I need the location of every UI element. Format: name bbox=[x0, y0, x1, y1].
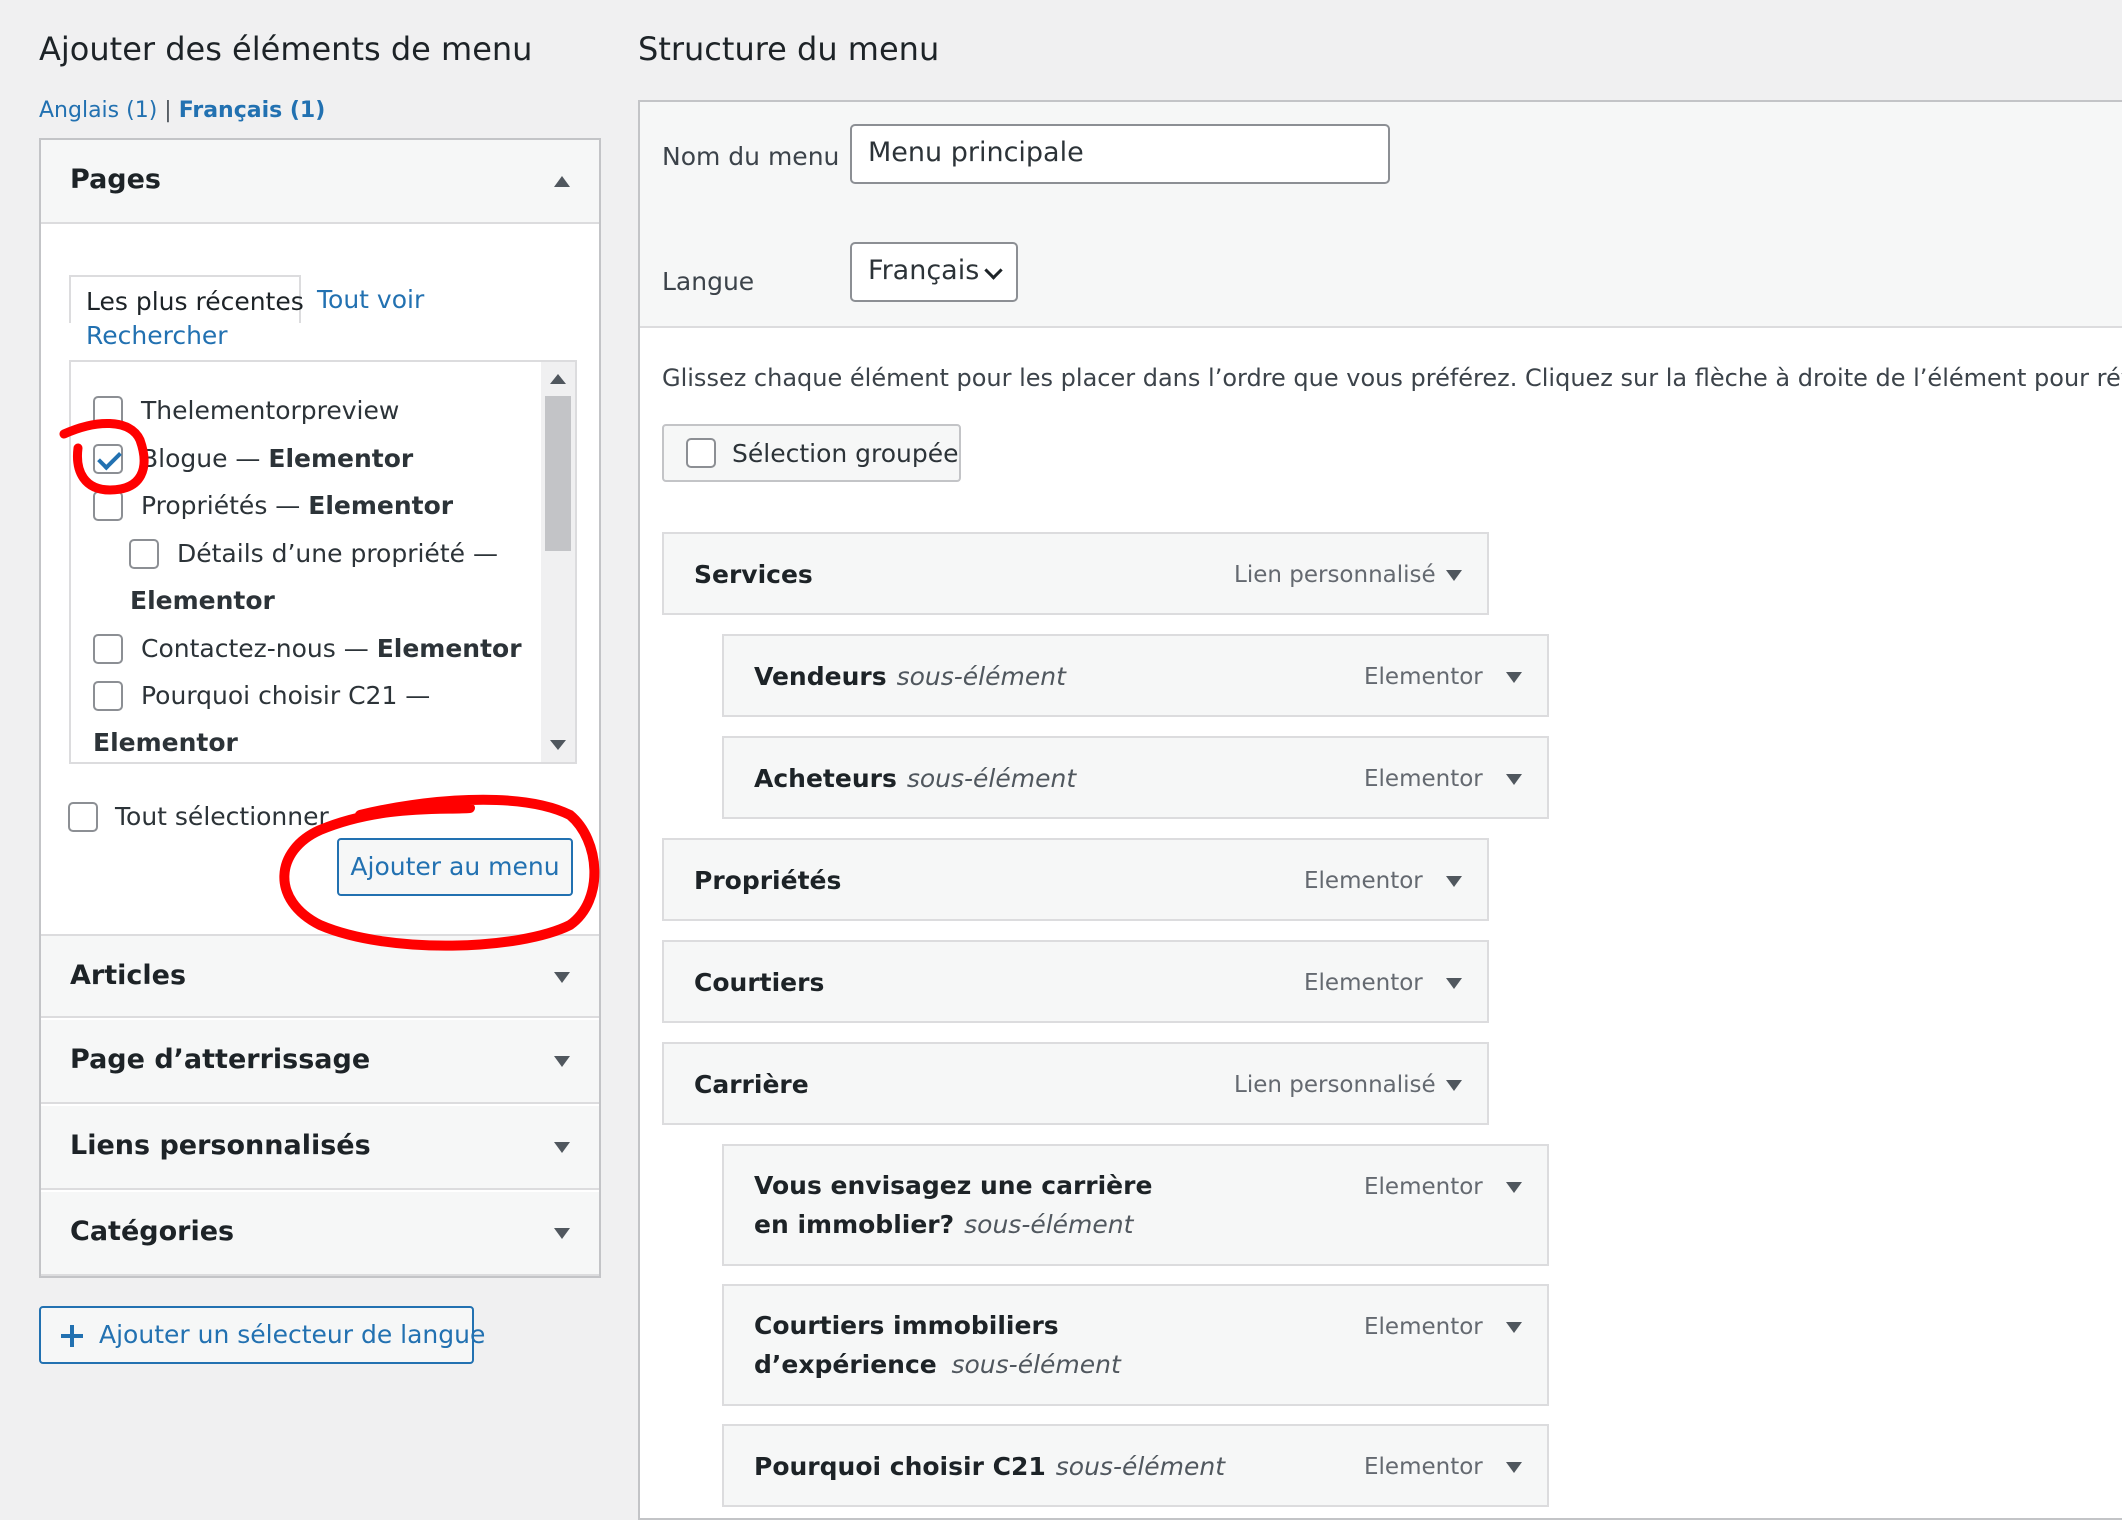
select-all-label: Tout sélectionner bbox=[115, 802, 329, 831]
lang-link-french[interactable]: Français (1) bbox=[179, 98, 326, 123]
menu-sub-item[interactable]: Vendeurs sous-élément Elementor bbox=[722, 634, 1549, 717]
expand-arrow-icon[interactable] bbox=[554, 1142, 570, 1153]
menu-item-title: Vendeurs sous-élément bbox=[754, 662, 1066, 691]
page-checkbox[interactable] bbox=[129, 539, 159, 569]
expand-arrow-icon[interactable] bbox=[1446, 570, 1462, 581]
bulk-select-label: Sélection groupée bbox=[732, 439, 959, 468]
language-select[interactable]: Français bbox=[850, 242, 1018, 302]
menu-structure-panel: Nom du menu Menu principale Langue Franç… bbox=[638, 100, 2122, 1520]
menu-item-title: Courtiers bbox=[694, 968, 825, 997]
tab-search[interactable]: Rechercher bbox=[86, 321, 228, 350]
section-title: Liens personnalisés bbox=[70, 1130, 371, 1161]
menu-item-title: Carrière bbox=[694, 1070, 809, 1099]
menu-sub-item[interactable]: Pourquoi choisir C21 sous-élément Element… bbox=[722, 1424, 1549, 1507]
bulk-select-checkbox[interactable] bbox=[686, 438, 716, 468]
menu-item-type: Elementor bbox=[1304, 868, 1423, 894]
page-item-label: Propriétés — Elementor bbox=[141, 491, 454, 520]
expand-arrow-icon[interactable] bbox=[554, 1228, 570, 1239]
section-custom-links-header[interactable]: Liens personnalisés bbox=[41, 1106, 599, 1190]
menu-item-type: Lien personnalisé bbox=[1234, 1072, 1436, 1098]
menu-structure-heading: Structure du menu bbox=[638, 30, 940, 68]
expand-arrow-icon[interactable] bbox=[1506, 1182, 1522, 1193]
bulk-select-button[interactable]: Sélection groupée bbox=[662, 424, 961, 482]
menu-sub-item[interactable]: Acheteurs sous-élément Elementor bbox=[722, 736, 1549, 819]
button-label: Ajouter un sélecteur de langue bbox=[99, 1320, 486, 1349]
section-landing-page-header[interactable]: Page d’atterrissage bbox=[41, 1020, 599, 1104]
lang-separator: | bbox=[164, 98, 172, 123]
section-title: Page d’atterrissage bbox=[70, 1044, 371, 1075]
section-title: Pages bbox=[70, 164, 161, 195]
expand-arrow-icon[interactable] bbox=[1446, 978, 1462, 989]
tab-view-all[interactable]: Tout voir bbox=[317, 285, 424, 314]
menu-item-type: Lien personnalisé bbox=[1234, 562, 1436, 588]
expand-arrow-icon[interactable] bbox=[1506, 1462, 1522, 1473]
section-articles-header[interactable]: Articles bbox=[41, 934, 599, 1018]
menu-item-title: Acheteurs sous-élément bbox=[754, 764, 1077, 793]
menu-name-label: Nom du menu bbox=[662, 142, 840, 171]
add-language-switcher-button[interactable]: Ajouter un sélecteur de langue bbox=[39, 1306, 485, 1364]
scroll-thumb[interactable] bbox=[545, 396, 571, 551]
add-to-menu-button[interactable]: Ajouter au menu bbox=[337, 838, 573, 896]
menu-item[interactable]: Propriétés Elementor bbox=[662, 838, 1489, 921]
language-filter: Anglais (1) | Français (1) bbox=[39, 98, 325, 123]
page-item-label: Pourquoi choisir C21 — bbox=[141, 681, 431, 710]
menu-item-title: Pourquoi choisir C21 sous-élément bbox=[754, 1452, 1226, 1481]
menu-item-type: Elementor bbox=[1304, 970, 1423, 996]
scrollbar[interactable] bbox=[541, 362, 575, 762]
menu-item-type: Elementor bbox=[1364, 1454, 1483, 1480]
expand-arrow-icon[interactable] bbox=[554, 1056, 570, 1067]
scroll-up-arrow-icon[interactable] bbox=[550, 374, 566, 384]
language-label: Langue bbox=[662, 267, 755, 296]
section-categories-header[interactable]: Catégories bbox=[41, 1192, 599, 1276]
collapse-arrow-icon[interactable] bbox=[554, 176, 570, 187]
add-menu-items-heading: Ajouter des éléments de menu bbox=[39, 30, 533, 68]
page-item-label: Détails d’une propriété — bbox=[177, 539, 498, 568]
page-item-label-wrap: Elementor bbox=[93, 728, 238, 757]
expand-arrow-icon[interactable] bbox=[1506, 774, 1522, 785]
expand-arrow-icon[interactable] bbox=[1506, 672, 1522, 683]
page-item-label: Blogue — Elementor bbox=[141, 444, 414, 473]
menu-item[interactable]: Courtiers Elementor bbox=[662, 940, 1489, 1023]
page-checkbox-checked[interactable] bbox=[93, 444, 123, 474]
select-all-checkbox[interactable] bbox=[68, 802, 98, 832]
menu-item-type: Elementor bbox=[1364, 766, 1483, 792]
expand-arrow-icon[interactable] bbox=[1506, 1322, 1522, 1333]
chevron-down-icon bbox=[984, 261, 1003, 280]
scroll-down-arrow-icon[interactable] bbox=[550, 740, 566, 750]
menu-sub-item[interactable]: Courtiers immobiliers d’expérience sous-… bbox=[722, 1284, 1549, 1406]
section-title: Articles bbox=[70, 960, 187, 991]
page-checkbox[interactable] bbox=[93, 681, 123, 711]
menu-item-title: Propriétés bbox=[694, 866, 842, 895]
page-checkbox[interactable] bbox=[93, 491, 123, 521]
page-checkbox[interactable] bbox=[93, 396, 123, 426]
menu-item-type: Elementor bbox=[1364, 1314, 1483, 1340]
expand-arrow-icon[interactable] bbox=[1446, 876, 1462, 887]
page-item-label: Thelementorpreview bbox=[141, 396, 400, 425]
section-title: Catégories bbox=[70, 1216, 235, 1247]
drag-instructions: Glissez chaque élément pour les placer d… bbox=[662, 364, 2122, 392]
page-item-label-wrap: Elementor bbox=[130, 586, 275, 615]
language-select-value: Français bbox=[868, 255, 980, 286]
expand-arrow-icon[interactable] bbox=[554, 972, 570, 983]
lang-link-english[interactable]: Anglais (1) bbox=[39, 98, 157, 123]
menu-item[interactable]: Services Lien personnalisé bbox=[662, 532, 1489, 615]
menu-settings-header: Nom du menu Menu principale Langue Franç… bbox=[640, 102, 2122, 328]
menu-item-title: Courtiers immobiliers d’expérience sous-… bbox=[754, 1311, 1121, 1379]
menu-name-input[interactable]: Menu principale bbox=[850, 124, 1390, 184]
menu-item[interactable]: Carrière Lien personnalisé bbox=[662, 1042, 1489, 1125]
menu-item-type: Elementor bbox=[1364, 1174, 1483, 1200]
menu-items-accordion: Pages Les plus récentes Tout voir Recher… bbox=[39, 138, 601, 1278]
expand-arrow-icon[interactable] bbox=[1446, 1080, 1462, 1091]
plus-icon bbox=[61, 1325, 83, 1347]
menu-item-title: Services bbox=[694, 560, 813, 589]
section-pages-header[interactable]: Pages bbox=[41, 140, 599, 224]
page-item-label: Contactez-nous — Elementor bbox=[141, 634, 522, 663]
tab-most-recent[interactable]: Les plus récentes bbox=[69, 275, 304, 323]
menu-item-type: Elementor bbox=[1364, 664, 1483, 690]
menu-item-title: Vous envisagez une carrière en immoblier… bbox=[754, 1171, 1153, 1239]
menu-sub-item[interactable]: Vous envisagez une carrière en immoblier… bbox=[722, 1144, 1549, 1266]
page-checkbox[interactable] bbox=[93, 634, 123, 664]
pages-checklist[interactable]: Thelementorpreview Blogue — Elementor Pr… bbox=[69, 360, 577, 764]
